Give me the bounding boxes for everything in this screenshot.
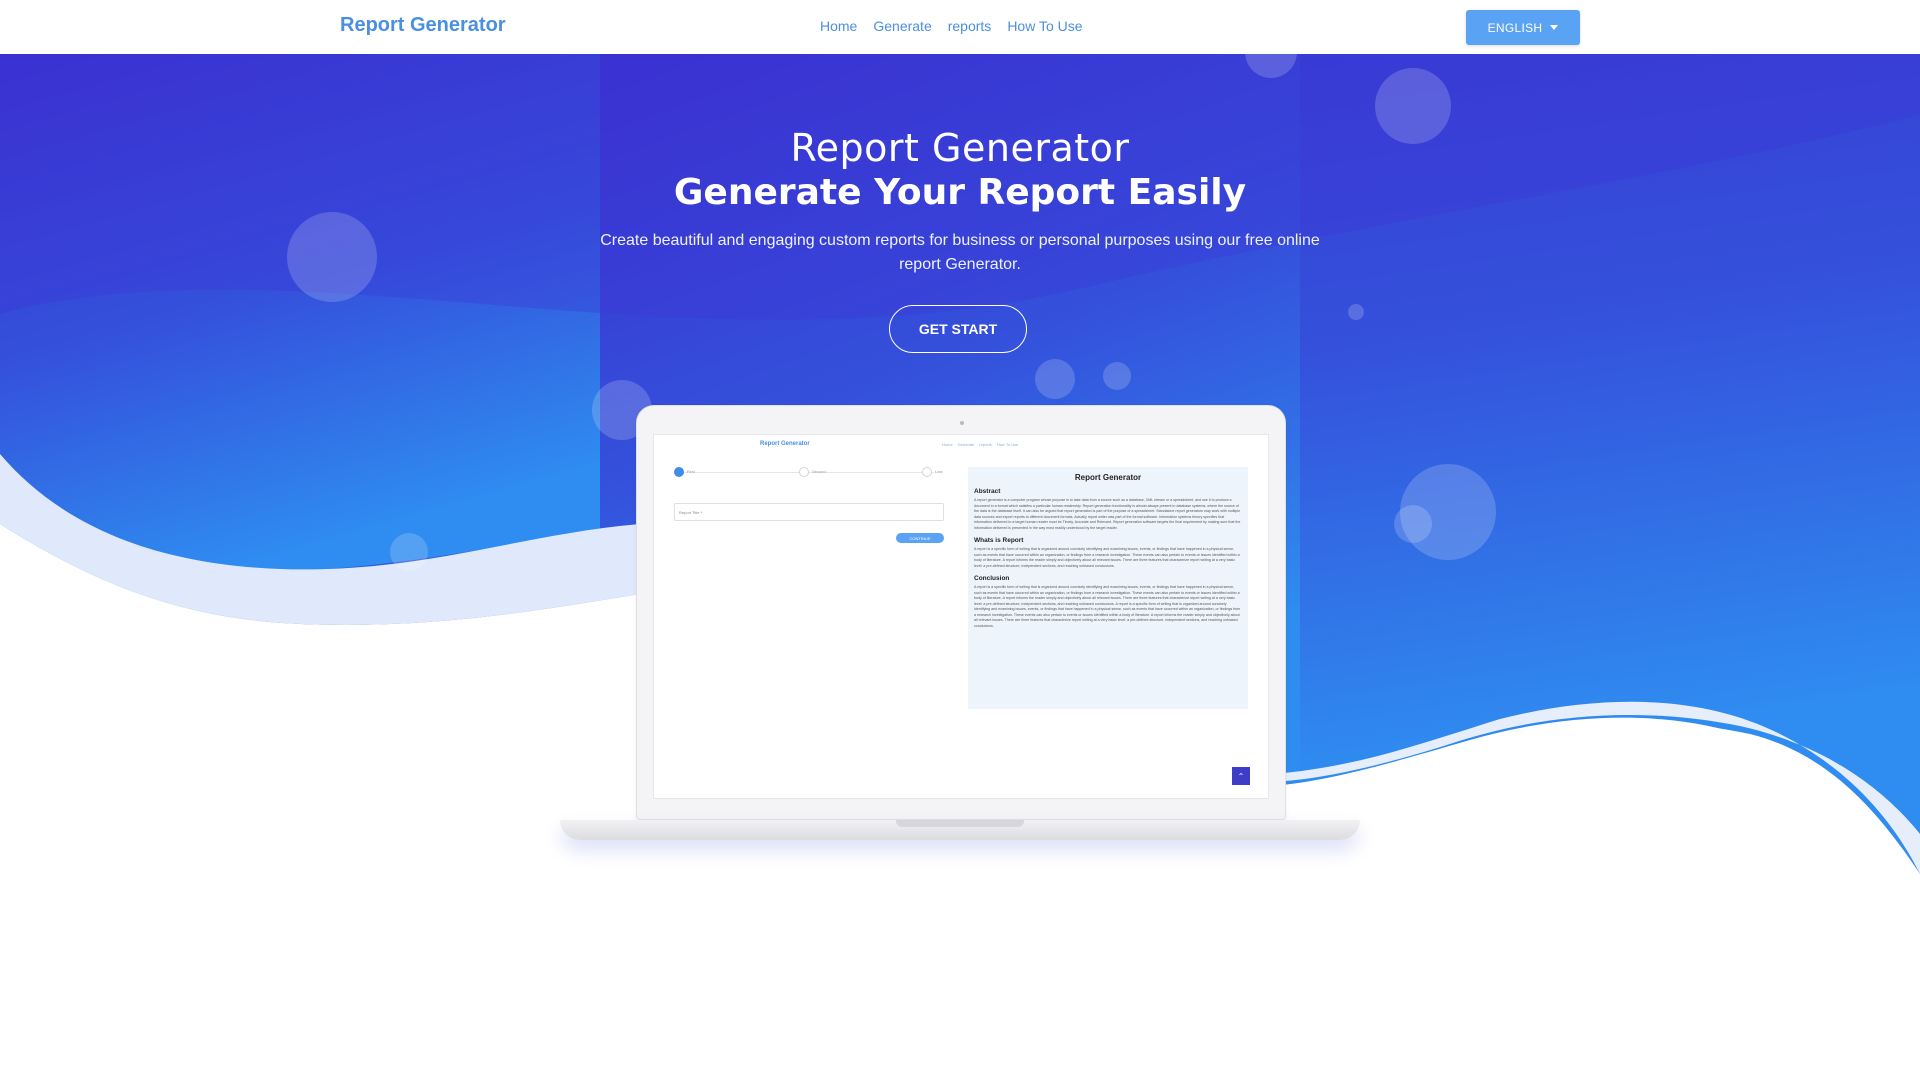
nav-generate[interactable]: Generate <box>873 18 931 34</box>
bubble <box>1035 359 1075 399</box>
stepper-line <box>684 472 934 473</box>
language-dropdown-button[interactable]: ENGLISH <box>1466 10 1580 45</box>
preview-stepper: First Second Last <box>674 467 944 479</box>
hero-description: Create beautiful and engaging custom rep… <box>600 232 1320 273</box>
preview-section-text: A report is a specific form of writing t… <box>974 585 1241 628</box>
bubble <box>1103 362 1131 390</box>
nav-reports[interactable]: reports <box>948 18 992 34</box>
hero-subtitle: Generate Your Report Easily <box>673 172 1247 213</box>
preview-section-text: A report is a specific form of writing t… <box>974 547 1240 568</box>
laptop-base-notch <box>896 820 1024 827</box>
preview-continue-button: CONTINUE <box>896 533 944 543</box>
laptop-base <box>560 820 1360 840</box>
preview-report-title-input: Report Title * <box>674 503 944 521</box>
step-dot-second <box>799 467 809 477</box>
nav-how-to-use[interactable]: How To Use <box>1007 18 1082 34</box>
preview-nav-home: Home <box>942 442 953 447</box>
language-label: ENGLISH <box>1487 20 1543 35</box>
bubble <box>390 533 428 571</box>
step-dot-first <box>674 467 684 477</box>
preview-nav-generate: Generate <box>957 442 975 447</box>
preview-nav: Home Generate reports How To Use <box>942 442 1018 447</box>
hero-content: Report Generator Generate Your Report Ea… <box>0 126 1920 277</box>
hero-title: Report Generator <box>790 126 1130 170</box>
step-label-second: Second <box>812 469 826 474</box>
bubble <box>1348 304 1364 320</box>
preview-brand: Report Generator <box>760 441 810 447</box>
brand-logo[interactable]: Report Generator <box>340 14 506 37</box>
nav-home[interactable]: Home <box>820 18 857 34</box>
main-nav: Home Generate reports How To Use <box>820 18 1083 34</box>
preview-nav-how-to-use: How To Use <box>996 442 1019 447</box>
camera-dot <box>960 421 964 425</box>
top-navbar: Report Generator Home Generate reports H… <box>0 0 1920 54</box>
get-start-button[interactable]: GET START <box>889 305 1027 353</box>
preview-section-text: A report generator is a computer program… <box>974 498 1241 530</box>
step-label-first: First <box>687 469 695 474</box>
step-label-last: Last <box>935 469 943 474</box>
caret-down-icon <box>1550 25 1559 30</box>
preview-section-heading: Abstract <box>974 488 1001 495</box>
light-wave-right-fill <box>1270 717 1920 1080</box>
app-preview-screen: Report Generator Home Generate reports H… <box>653 434 1269 799</box>
preview-nav-reports: reports <box>979 442 992 447</box>
preview-report-panel: Report Generator Abstract A report gener… <box>968 467 1248 709</box>
laptop-mockup: Report Generator Home Generate reports H… <box>636 405 1286 820</box>
preview-section-heading: Conclusion <box>974 575 1010 582</box>
chevron-up-icon: ⌃ <box>1232 767 1250 785</box>
bubble <box>1394 505 1432 543</box>
step-dot-last <box>922 467 932 477</box>
preview-section-heading: Whats is Report <box>974 537 1024 544</box>
preview-panel-title: Report Generator <box>1074 473 1142 482</box>
